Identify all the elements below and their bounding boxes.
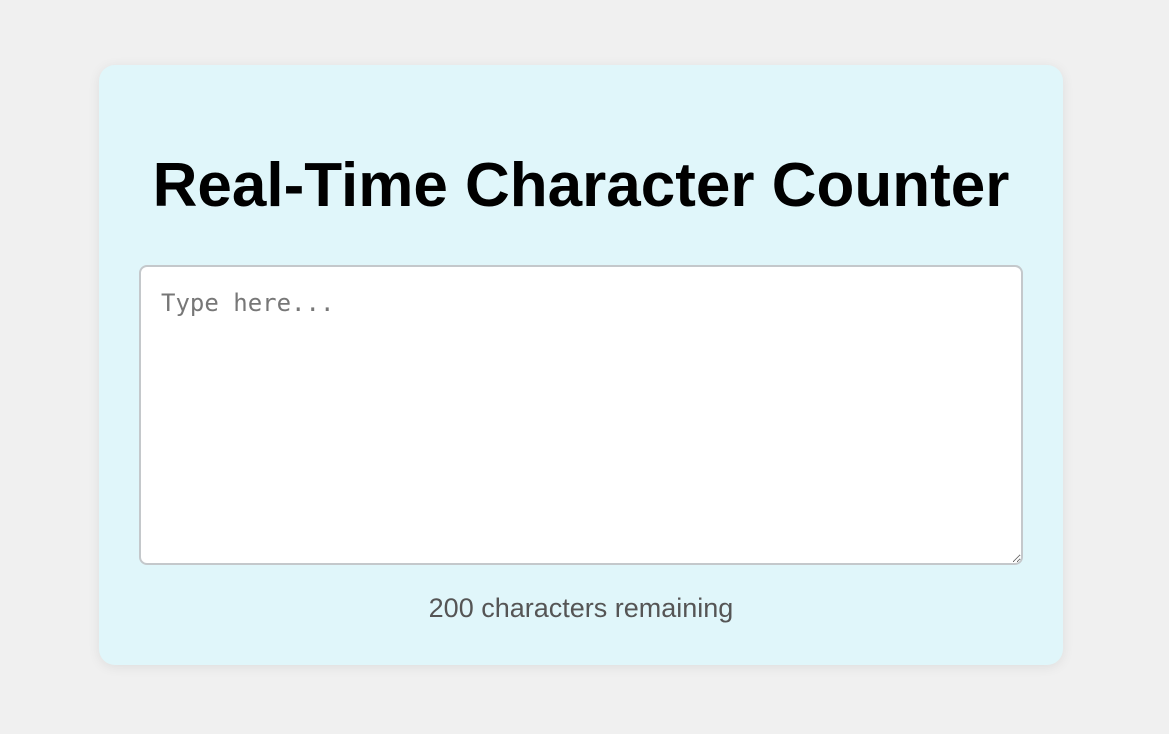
page-title: Real-Time Character Counter — [152, 151, 1010, 220]
text-input-area[interactable] — [139, 265, 1023, 565]
page: Real-Time Character Counter 200 characte… — [0, 0, 1169, 734]
text-area-container — [139, 265, 1023, 565]
counter-card: Real-Time Character Counter 200 characte… — [99, 65, 1063, 665]
characters-remaining-label: 200 characters remaining — [428, 593, 734, 623]
